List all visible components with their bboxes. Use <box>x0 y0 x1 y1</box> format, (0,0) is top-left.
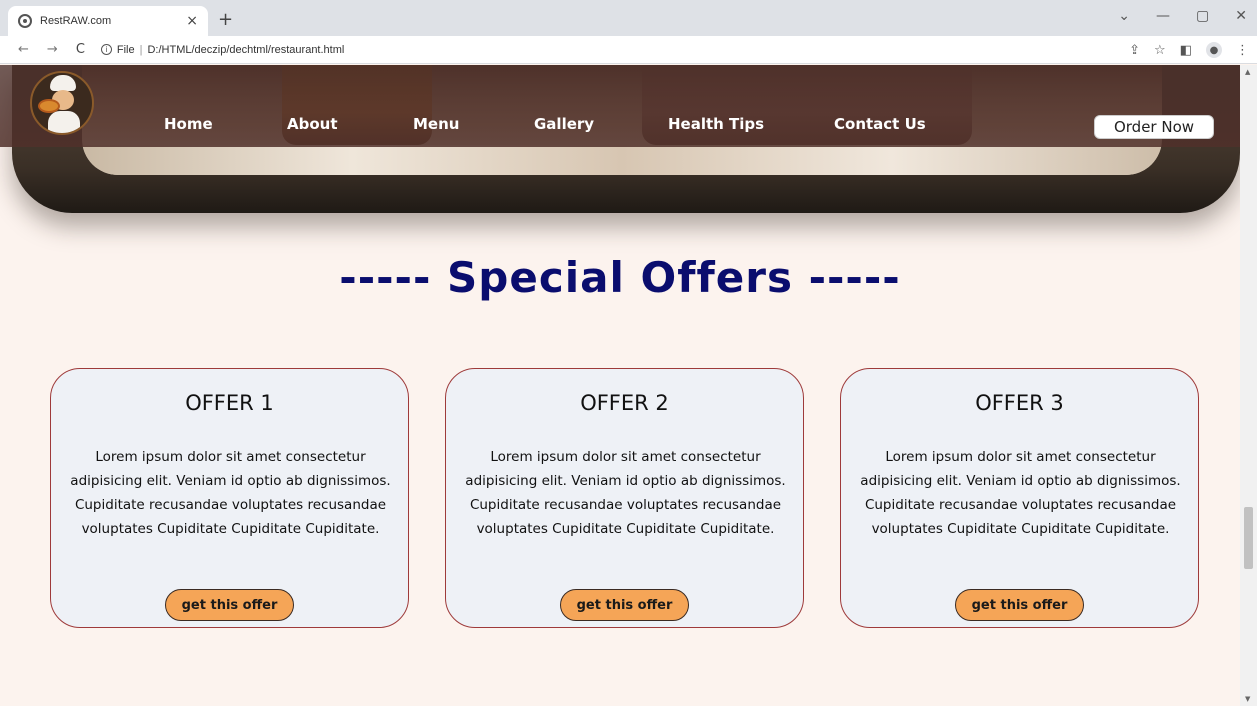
hero-image-floor <box>82 145 1162 175</box>
scrollbar-thumb[interactable] <box>1244 507 1253 569</box>
logo-pizza <box>38 99 60 113</box>
browser-menu-icon[interactable]: ⋮ <box>1236 43 1249 58</box>
url-text[interactable]: D:/HTML/deczip/dechtml/restaurant.html <box>147 44 344 56</box>
bookmark-star-icon[interactable]: ☆ <box>1154 43 1166 58</box>
favicon-icon <box>18 14 32 28</box>
nav-health-tips[interactable]: Health Tips <box>668 115 764 133</box>
offer-title: OFFER 1 <box>185 391 274 415</box>
url-separator: | <box>139 43 143 56</box>
minimize-icon[interactable]: — <box>1156 8 1170 24</box>
nav-gallery[interactable]: Gallery <box>534 115 594 133</box>
get-offer-button[interactable]: get this offer <box>165 589 294 621</box>
offer-description: Lorem ipsum dolor sit amet consectetur a… <box>860 449 1181 537</box>
offer-card: OFFER 2 Lorem ipsum dolor sit amet conse… <box>445 368 804 628</box>
url-field[interactable]: i File | D:/HTML/deczip/dechtml/restaura… <box>100 43 344 56</box>
profile-avatar-icon[interactable]: ● <box>1206 42 1222 58</box>
browser-tab[interactable]: RestRAW.com × <box>8 6 208 36</box>
page-scrollbar[interactable]: ▲ ▼ <box>1240 65 1257 706</box>
get-offer-button[interactable]: get this offer <box>955 589 1084 621</box>
address-bar-actions: ⇪ ☆ ◧ ● ⋮ <box>1129 42 1249 58</box>
new-tab-icon[interactable]: + <box>218 9 233 30</box>
offer-card: OFFER 3 Lorem ipsum dolor sit amet conse… <box>840 368 1199 628</box>
nav-about[interactable]: About <box>287 115 338 133</box>
logo-body <box>48 111 80 133</box>
info-icon[interactable]: i <box>100 44 112 55</box>
nav-contact-us[interactable]: Contact Us <box>834 115 926 133</box>
order-now-button[interactable]: Order Now <box>1094 115 1214 139</box>
close-window-icon[interactable]: ✕ <box>1235 8 1247 24</box>
page-viewport: Home About Menu Gallery Health Tips Cont… <box>0 65 1240 706</box>
side-panel-icon[interactable]: ◧ <box>1180 43 1192 58</box>
tab-close-icon[interactable]: × <box>186 13 198 29</box>
restore-icon[interactable]: ▢ <box>1196 8 1209 24</box>
tab-strip: RestRAW.com × + ⌄ — ▢ ✕ <box>0 0 1257 36</box>
nav-menu[interactable]: Menu <box>413 115 459 133</box>
logo-hat <box>50 75 76 91</box>
scroll-up-icon[interactable]: ▲ <box>1245 68 1250 76</box>
chef-logo[interactable] <box>30 71 94 135</box>
special-offers-title: ----- Special Offers ----- <box>339 253 901 302</box>
offer-title: OFFER 3 <box>975 391 1064 415</box>
offer-description: Lorem ipsum dolor sit amet consectetur a… <box>465 449 786 537</box>
offer-description: Lorem ipsum dolor sit amet consectetur a… <box>70 449 391 537</box>
nav-home[interactable]: Home <box>164 115 213 133</box>
tab-title: RestRAW.com <box>40 15 112 27</box>
forward-icon[interactable]: → <box>47 42 58 57</box>
back-icon[interactable]: ← <box>18 42 29 57</box>
share-icon[interactable]: ⇪ <box>1129 43 1140 58</box>
address-bar: ← → C i File | D:/HTML/deczip/dechtml/re… <box>0 36 1257 64</box>
window-controls: ⌄ — ▢ ✕ <box>1118 8 1247 24</box>
offer-card: OFFER 1 Lorem ipsum dolor sit amet conse… <box>50 368 409 628</box>
scroll-down-icon[interactable]: ▼ <box>1245 695 1250 703</box>
get-offer-button[interactable]: get this offer <box>560 589 689 621</box>
tab-search-chevron-icon[interactable]: ⌄ <box>1118 8 1130 24</box>
reload-icon[interactable]: C <box>76 42 85 57</box>
site-navbar: Home About Menu Gallery Health Tips Cont… <box>0 65 1240 147</box>
url-prefix: File <box>116 43 135 56</box>
offer-title: OFFER 2 <box>580 391 669 415</box>
